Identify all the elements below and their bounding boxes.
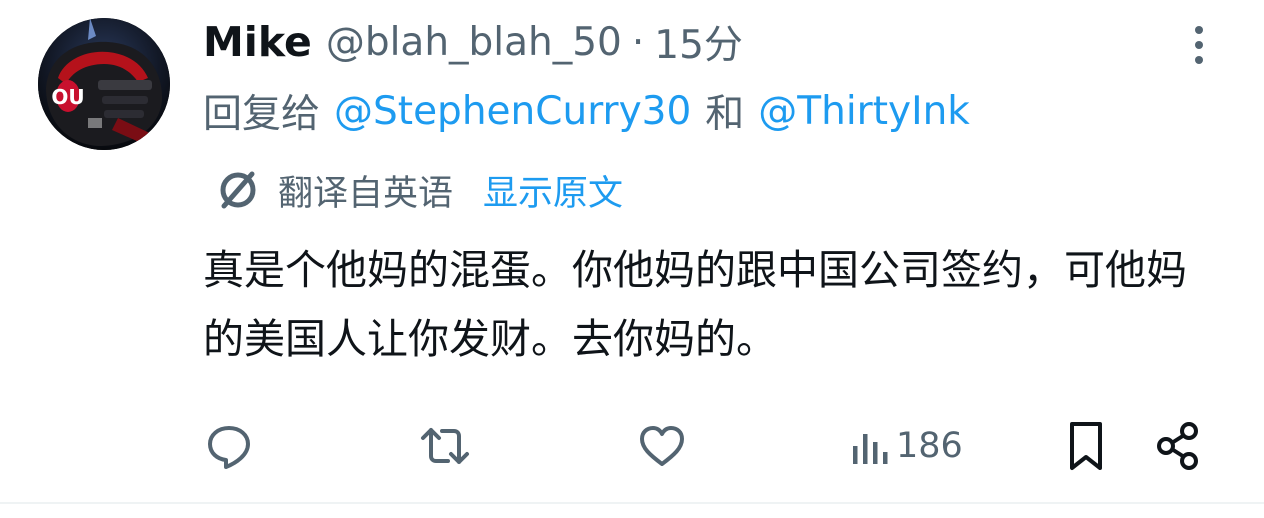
reply-button[interactable]: [205, 414, 253, 478]
author-handle[interactable]: @blah_blah_50: [326, 20, 622, 65]
translated-label: 翻译自英语: [278, 173, 454, 214]
tweet-text: 真是个他妈的混蛋。你他妈的跟中国公司签约，可他妈的美国人让你发财。去你妈的。: [203, 246, 1187, 363]
retweet-button[interactable]: [418, 414, 472, 478]
like-button[interactable]: [637, 414, 687, 478]
reply-label: 回复给: [203, 92, 321, 137]
avatar-image: OU: [38, 18, 170, 150]
retweet-icon: [421, 428, 469, 464]
like-icon: [640, 426, 684, 466]
tweet-header: Mike @blah_blah_50 · 15分: [203, 14, 743, 70]
translate-icon: [220, 171, 256, 209]
more-vertical-icon: [1195, 26, 1203, 64]
more-options-button[interactable]: [1185, 22, 1213, 68]
mention-link-1[interactable]: @StephenCurry30: [334, 89, 691, 134]
translation-bar: 翻译自英语 显示原文: [214, 164, 623, 216]
share-icon: [1157, 422, 1198, 470]
bookmark-icon: [1070, 422, 1102, 470]
tweet-time[interactable]: 15分: [654, 14, 743, 70]
share-button[interactable]: [1155, 414, 1201, 478]
show-original-link[interactable]: 显示原文: [483, 165, 623, 216]
tweet-divider: [0, 502, 1264, 504]
views-count: 186: [896, 426, 963, 466]
bookmark-button[interactable]: [1066, 414, 1106, 478]
author-name[interactable]: Mike: [203, 18, 312, 66]
views-button[interactable]: 186: [850, 414, 963, 478]
reply-icon: [208, 426, 250, 469]
reply-and: 和: [705, 92, 745, 137]
views-icon: [853, 434, 888, 464]
header-separator: ·: [631, 19, 645, 65]
mention-link-2[interactable]: @ThirtyInk: [758, 89, 970, 134]
avatar[interactable]: OU: [38, 18, 170, 150]
reply-context: 回复给 @StephenCurry30 和 @ThirtyInk: [203, 82, 970, 140]
svg-text:OU: OU: [51, 85, 84, 109]
action-bar: 186: [0, 414, 1264, 478]
